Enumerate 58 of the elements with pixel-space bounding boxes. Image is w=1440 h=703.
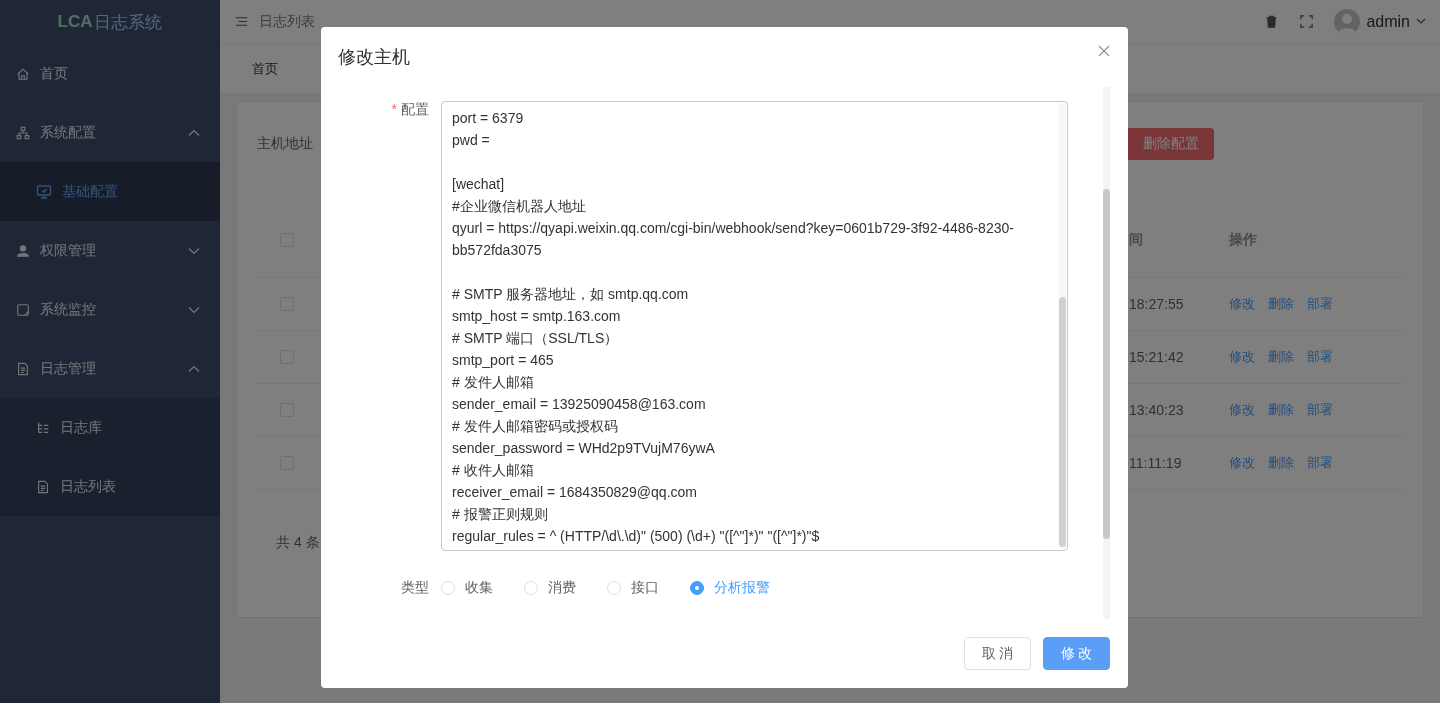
action-link[interactable]: 修改 bbox=[1229, 454, 1255, 472]
radio-option[interactable]: 消费 bbox=[524, 579, 576, 597]
config-textarea[interactable]: port = 6379 pwd = [wechat] #企业微信机器人地址 qyurl = https://qyapi.weixin.qq.com/cgi-bin/webhook/send?key=0601b729-3f92-4486-8230-bb572fda3075 # SMTP 服务器地址，如 smtp.qq.com smtp_host = smtp.163.com # SMTP 端口（SSL/TLS） smtp_port = 465 # 发件人邮箱 sender_email = 13925090458@163.com # 发件人邮箱密码或授权码 sender_password = WHd2p9TVujM76ywA # 收件人邮箱 receiver_email = 1684350829@qq.com # 报警正则规则 regular_rules = ^ (HTTP/\d\.\d)" (500) (\d+) "([^"]*)" "([^"]*)"$ bbox=[441, 101, 1068, 551]
action-link[interactable]: 删除 bbox=[1268, 454, 1294, 472]
table-cell-text: 15:21:42 bbox=[1128, 349, 1185, 365]
sidebar-item[interactable]: 日志库 bbox=[0, 398, 220, 457]
action-link[interactable]: 修改 bbox=[1229, 401, 1255, 419]
app-title: 日志系统 bbox=[94, 11, 163, 34]
field-label: 配置 bbox=[401, 101, 429, 119]
breadcrumb[interactable]: 日志列表 bbox=[259, 12, 1255, 31]
square-icon bbox=[16, 302, 30, 317]
menu-icon bbox=[234, 14, 249, 29]
fullscreen-icon bbox=[1299, 14, 1315, 29]
action-link[interactable]: 部署 bbox=[1307, 454, 1333, 472]
action-link[interactable]: 修改 bbox=[1229, 295, 1255, 313]
radio-option[interactable]: 分析报警 bbox=[690, 579, 770, 597]
radio-option[interactable]: 收集 bbox=[441, 579, 493, 597]
field-label: 类型 bbox=[401, 579, 429, 597]
action-link[interactable]: 修改 bbox=[1229, 348, 1255, 366]
action-link[interactable]: 部署 bbox=[1307, 295, 1333, 313]
cancel-button[interactable]: 取 消 bbox=[964, 637, 1031, 670]
sidebar-item[interactable]: 基础配置 bbox=[0, 162, 220, 221]
confirm-button[interactable]: 修 改 bbox=[1043, 637, 1110, 670]
total-count: 共 4 条 bbox=[276, 534, 320, 550]
scrollbar-thumb[interactable] bbox=[1059, 297, 1066, 547]
tree-list-icon bbox=[36, 420, 50, 435]
field-label: 主机地址 bbox=[257, 135, 313, 153]
sidebar-item[interactable]: 首页 bbox=[0, 44, 220, 103]
monitor-icon bbox=[36, 183, 52, 200]
avatar[interactable] bbox=[1334, 8, 1361, 35]
username[interactable]: admin bbox=[1366, 12, 1410, 31]
table-cell-text: 18:27:55 bbox=[1128, 296, 1185, 312]
user-icon bbox=[16, 243, 30, 258]
logo-text: LCA bbox=[57, 12, 93, 32]
document-icon bbox=[36, 479, 50, 494]
sidebar-item[interactable]: 系统配置 bbox=[0, 103, 220, 162]
dialog-title: 修改主机 bbox=[338, 46, 410, 69]
home-icon bbox=[16, 66, 30, 81]
document-icon bbox=[16, 361, 30, 376]
action-link[interactable]: 删除 bbox=[1268, 401, 1294, 419]
radio-option[interactable]: 接口 bbox=[607, 579, 659, 597]
sitemap-icon bbox=[16, 125, 30, 140]
action-link[interactable]: 删除 bbox=[1268, 348, 1294, 366]
action-link[interactable]: 部署 bbox=[1307, 401, 1333, 419]
sidebar-item[interactable]: 日志列表 bbox=[0, 457, 220, 516]
trash-icon bbox=[1264, 14, 1280, 29]
action-link[interactable]: 删除 bbox=[1268, 295, 1294, 313]
sidebar-item[interactable]: 权限管理 bbox=[0, 221, 220, 280]
table-cell-text: 13:40:23 bbox=[1128, 402, 1185, 418]
sidebar-item[interactable]: 系统监控 bbox=[0, 280, 220, 339]
sidebar-item[interactable]: 日志管理 bbox=[0, 339, 220, 398]
close-icon[interactable] bbox=[1098, 45, 1110, 57]
required-mark: * bbox=[391, 101, 397, 119]
tab[interactable]: 首页 bbox=[240, 56, 290, 82]
table-cell-text: 11:11:19 bbox=[1128, 455, 1183, 471]
caret-icon bbox=[1416, 18, 1426, 25]
action-link[interactable]: 部署 bbox=[1307, 348, 1333, 366]
scrollbar-thumb[interactable] bbox=[1103, 189, 1110, 539]
